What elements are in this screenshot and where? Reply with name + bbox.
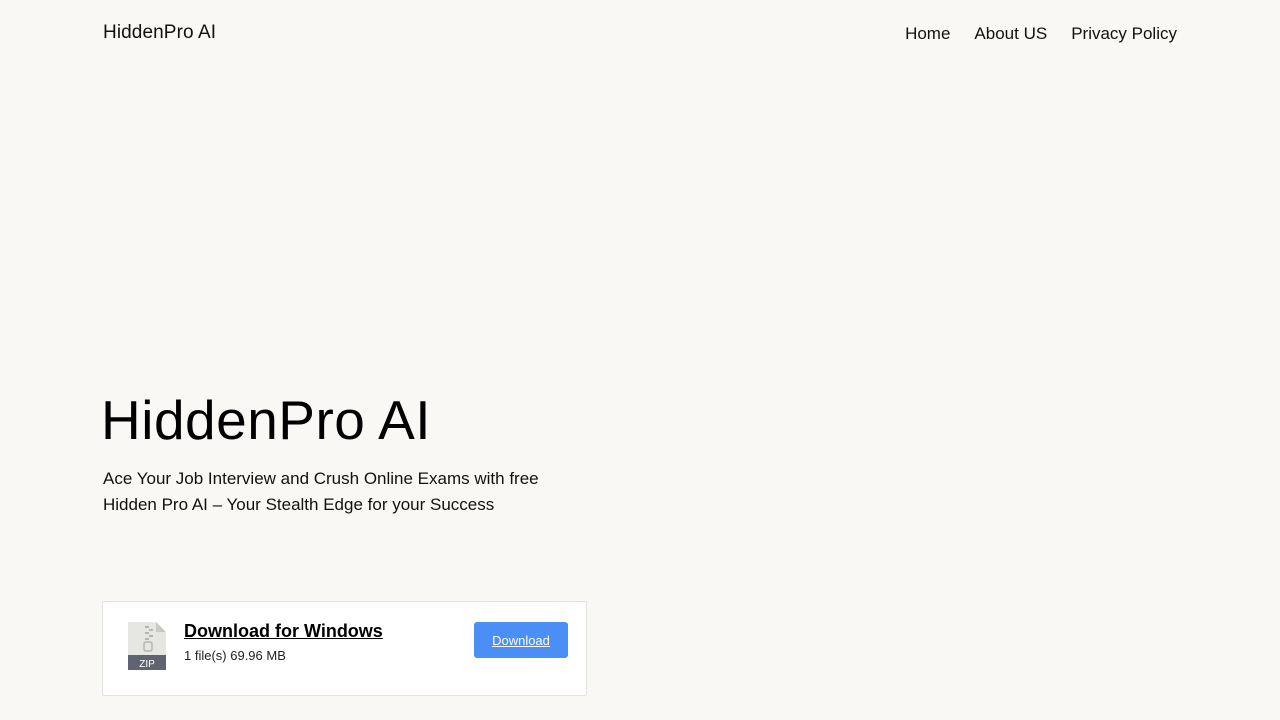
main-nav: Home About US Privacy Policy xyxy=(905,24,1177,44)
nav-item-about-us[interactable]: About US xyxy=(974,24,1047,44)
download-title-link[interactable]: Download for Windows xyxy=(184,621,383,642)
nav-item-privacy-policy[interactable]: Privacy Policy xyxy=(1071,24,1177,44)
download-file-info: 1 file(s) 69.96 MB xyxy=(184,648,286,663)
zip-label: ZIP xyxy=(139,659,155,670)
nav-item-home[interactable]: Home xyxy=(905,24,950,44)
site-header: HiddenPro AI Home About US Privacy Polic… xyxy=(0,0,1280,70)
hero-title: HiddenPro AI xyxy=(101,389,432,451)
zip-file-icon: ZIP xyxy=(128,622,166,670)
download-card: ZIP Download for Windows 1 file(s) 69.96… xyxy=(102,601,587,696)
site-title-link[interactable]: HiddenPro AI xyxy=(103,22,216,44)
download-button[interactable]: Download xyxy=(474,622,568,658)
hero-subtitle: Ace Your Job Interview and Crush Online … xyxy=(103,469,539,514)
